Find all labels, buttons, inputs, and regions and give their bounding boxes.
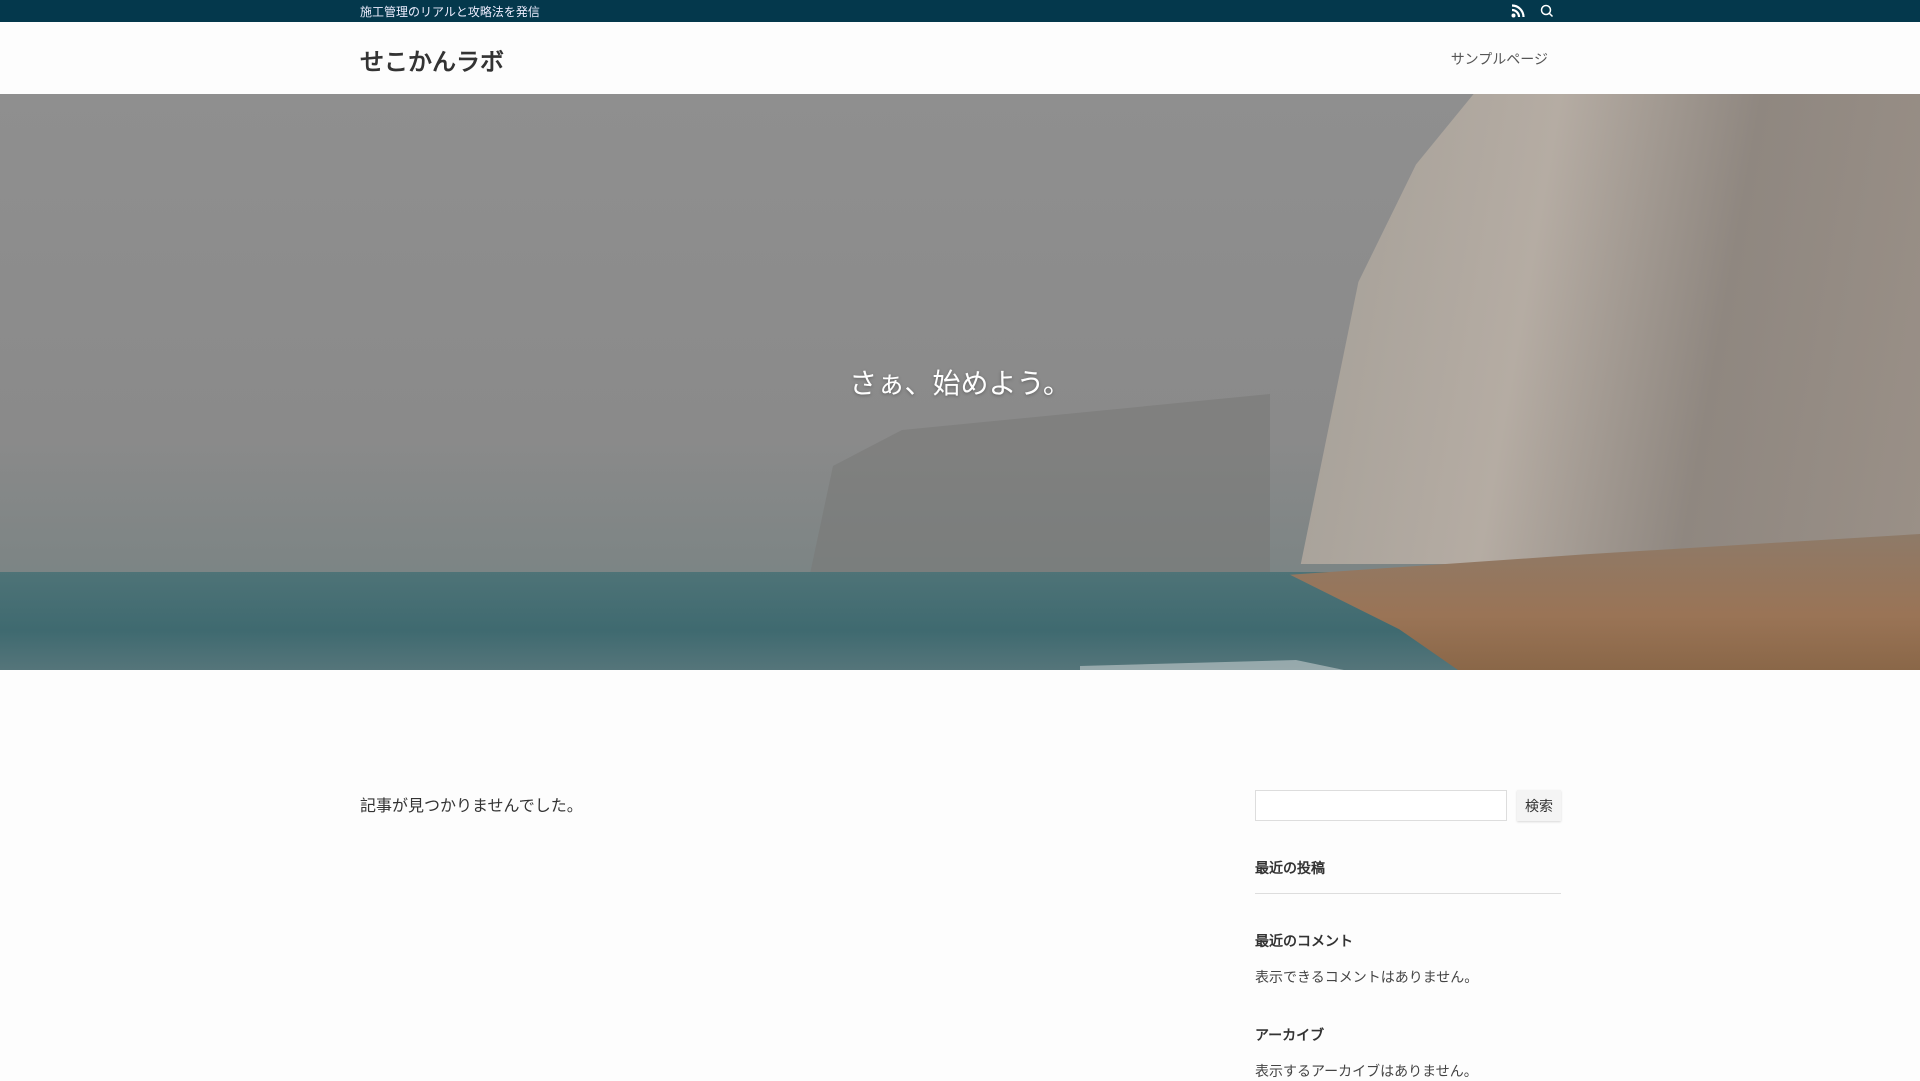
archives-empty: 表示するアーカイブはありません。 (1255, 1064, 1478, 1080)
hero-image-cliff (1300, 94, 1920, 564)
site-title-link[interactable]: せこかんラボ (360, 42, 504, 77)
hero-banner: さぁ、始めよう。 (0, 94, 1920, 670)
search-input[interactable] (1255, 790, 1507, 821)
site-header: せこかんラボ サンプルページ (0, 22, 1920, 94)
hero-caption: さぁ、始めよう。 (849, 367, 1071, 400)
search-icon[interactable] (1539, 3, 1555, 19)
top-bar: 施工管理のリアルと攻略法を発信 (0, 0, 1920, 22)
no-posts-message: 記事が見つかりませんでした。 (360, 796, 583, 815)
recent-posts-title: 最近の投稿 (1255, 861, 1325, 877)
recent-comments-title: 最近のコメント (1255, 934, 1353, 950)
recent-comments-empty: 表示できるコメントはありません。 (1255, 970, 1479, 986)
nav-item-sample-page[interactable]: サンプルページ (1451, 49, 1548, 69)
site-tagline: 施工管理のリアルと攻略法を発信 (360, 5, 540, 19)
divider (1255, 893, 1561, 894)
search-button[interactable]: 検索 (1517, 790, 1561, 821)
archives-title: アーカイブ (1255, 1028, 1325, 1044)
rss-icon[interactable] (1510, 3, 1526, 19)
hero-image-far-cliff (810, 394, 1270, 574)
